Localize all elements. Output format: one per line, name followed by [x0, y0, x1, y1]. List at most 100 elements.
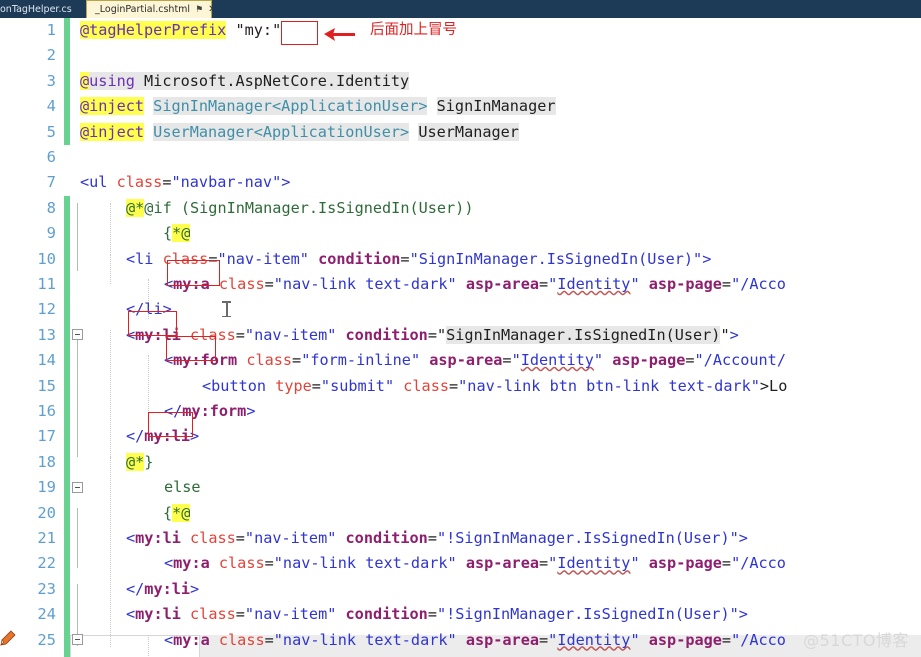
- token-tag-my-a: my:a: [173, 275, 210, 293]
- token-cond-signed-in: SignInManager.IsSignedIn(User): [446, 325, 721, 344]
- line-number: 18: [37, 452, 56, 471]
- token-attr-class: class: [116, 173, 163, 192]
- token-val-account: /Acco: [740, 275, 786, 293]
- code-row[interactable]: 17 </my:li>: [0, 424, 921, 450]
- token-directive: @tagHelperPrefix: [80, 21, 227, 39]
- code-row[interactable]: 4 @inject SignInManager<ApplicationUser>…: [0, 94, 921, 120]
- token-val-account: /Acco: [740, 554, 786, 573]
- code-row[interactable]: 6: [0, 145, 921, 170]
- line-number: 12: [37, 300, 56, 319]
- code-text: @inject UserManager<ApplicationUser> Use…: [80, 120, 519, 145]
- token-attr-class: class: [190, 605, 236, 624]
- code-row[interactable]: 20 {*@: [0, 500, 921, 526]
- token-attr-class: class: [218, 275, 265, 293]
- code-row[interactable]: 1 @tagHelperPrefix "my:": [0, 18, 921, 44]
- line-number: 6: [46, 148, 56, 166]
- token-attr-asp-area: asp-area: [465, 275, 539, 293]
- token-attr-asp-area: asp-area: [429, 351, 503, 370]
- code-row[interactable]: 22 <my:a class="nav-link text-dark" asp-…: [0, 551, 921, 577]
- change-bar: [64, 576, 70, 603]
- change-bar: [64, 221, 70, 247]
- code-text: {*@: [163, 221, 191, 246]
- token-razor-comment-close: *@: [172, 224, 191, 243]
- code-editor-surface[interactable]: 1 @tagHelperPrefix "my:" 2 3 @@usingusin…: [0, 18, 921, 657]
- change-bar: [64, 348, 70, 374]
- token-prefix-value: my:: [244, 21, 273, 39]
- token-razor-comment-open: @*: [126, 198, 145, 217]
- change-bar: [64, 94, 70, 120]
- token-tag-my-li: my:li: [135, 529, 181, 547]
- token-quote: ": [235, 21, 245, 39]
- line-number: 16: [37, 402, 56, 420]
- tab-on-tag-helper-cs[interactable]: onTagHelper.cs: [0, 0, 86, 18]
- code-row[interactable]: 3 @@usingusing Microsoft.AspNetCore.Iden…: [0, 68, 921, 95]
- token-attr-asp-page: asp-page: [612, 351, 686, 370]
- change-bar: [64, 322, 70, 349]
- change-bar: [64, 195, 70, 222]
- code-row[interactable]: 19 else: [0, 475, 921, 501]
- line-number: 19: [37, 478, 56, 497]
- code-row[interactable]: 13 <my:li class="nav-item" condition="Si…: [0, 322, 921, 645]
- change-bar: [64, 500, 70, 526]
- code-text: @tagHelperPrefix "my:": [80, 18, 281, 43]
- code-row[interactable]: 21 <my:li class="nav-item" condition="!S…: [0, 526, 921, 552]
- token-inject-keyword: @inject: [80, 97, 145, 116]
- tab-label: onTagHelper.cs: [0, 3, 72, 15]
- token-val-form-inline: form-inline: [310, 351, 411, 370]
- token-attr-asp-page: asp-page: [648, 554, 722, 573]
- code-text: @inject SignInManager<ApplicationUser> S…: [80, 94, 556, 119]
- token-tag-ul: ul: [89, 173, 108, 192]
- code-row[interactable]: 23 </my:li>: [0, 576, 921, 603]
- tab-login-partial-cshtml[interactable]: _LoginPartial.cshtml ⚑ ✕: [86, 0, 217, 18]
- code-lines[interactable]: 1 @tagHelperPrefix "my:" 2 3 @@usingusin…: [0, 18, 921, 657]
- code-text: <button type="submit" class="nav-link bt…: [202, 376, 788, 395]
- code-text: @@usingusing Microsoft.AspNetCore.Identi…: [80, 71, 410, 90]
- code-row[interactable]: 10 <li class="nav-item" condition="SignI…: [0, 246, 921, 493]
- token-attr-asp-page: asp-page: [648, 630, 722, 649]
- code-row[interactable]: 15 <button type="submit" class="nav-link…: [0, 373, 921, 399]
- code-row-current[interactable]: 25 <my:a class="nav-link text-dark" asp-…: [0, 627, 921, 653]
- line-number: 8: [46, 198, 56, 217]
- change-bar: [64, 627, 70, 653]
- code-row[interactable]: 16 </my:form>: [0, 399, 921, 425]
- token-brace-open: {: [163, 224, 173, 243]
- token-razor-else: else: [164, 478, 201, 497]
- token-cond-not-signed-in: !SignInManager.IsSignedIn(User): [446, 605, 730, 624]
- change-bar: [64, 18, 70, 44]
- change-bar: [64, 272, 70, 298]
- token-attr-class: class: [218, 554, 265, 573]
- token-quote: ": [272, 21, 282, 39]
- token-tag-my-form: my:form: [173, 351, 238, 370]
- token-attr-class: class: [403, 376, 449, 395]
- code-row[interactable]: 26 </my:li>: [0, 653, 921, 657]
- token-tag-my-form: my:form: [182, 402, 247, 420]
- token-val-nav-item: nav-item: [254, 325, 328, 344]
- code-row[interactable]: 2: [0, 43, 921, 69]
- pin-icon[interactable]: ⚑: [195, 5, 203, 15]
- code-row[interactable]: 5 @inject UserManager<ApplicationUser> U…: [0, 119, 921, 145]
- code-row[interactable]: 14 <my:form class="form-inline" asp-area…: [0, 348, 921, 374]
- code-row[interactable]: 9 {*@: [0, 221, 921, 247]
- token-injected-name: UserManager: [418, 122, 519, 141]
- pencil-icon: [0, 630, 16, 650]
- token-injected-type: SignInManager<ApplicationUser>: [153, 97, 428, 116]
- token-val-nav-item: nav-item: [226, 249, 300, 268]
- change-bar: [64, 653, 70, 657]
- token-val-btn-classes: nav-link btn btn-link text-dark: [467, 376, 751, 395]
- token-val-identity: Identity: [520, 351, 594, 370]
- code-row[interactable]: 12 </li>: [0, 297, 921, 323]
- token-val-nav-item: nav-item: [254, 605, 328, 624]
- code-text: else: [164, 475, 201, 500]
- change-bar: [64, 399, 70, 425]
- code-text: @*@if (SignInManager.IsSignedIn(User)): [126, 196, 473, 221]
- code-row[interactable]: 11 <my:a class="nav-link text-dark" asp-…: [0, 272, 921, 298]
- code-row[interactable]: 7 <ul class="navbar-nav">: [0, 170, 921, 341]
- token-val-nav-link: nav-link text-dark: [282, 275, 448, 293]
- change-bar: [64, 526, 70, 552]
- code-row[interactable]: 18 @*}: [0, 449, 921, 476]
- line-number: 23: [37, 579, 56, 598]
- code-row[interactable]: 24 <my:li class="nav-item" condition="!S…: [0, 602, 921, 628]
- line-number: 5: [46, 122, 56, 141]
- code-row[interactable]: 8 @*@if (SignInManager.IsSignedIn(User)): [0, 195, 921, 222]
- code-text: <my:a class="nav-link text-dark" asp-are…: [164, 275, 786, 293]
